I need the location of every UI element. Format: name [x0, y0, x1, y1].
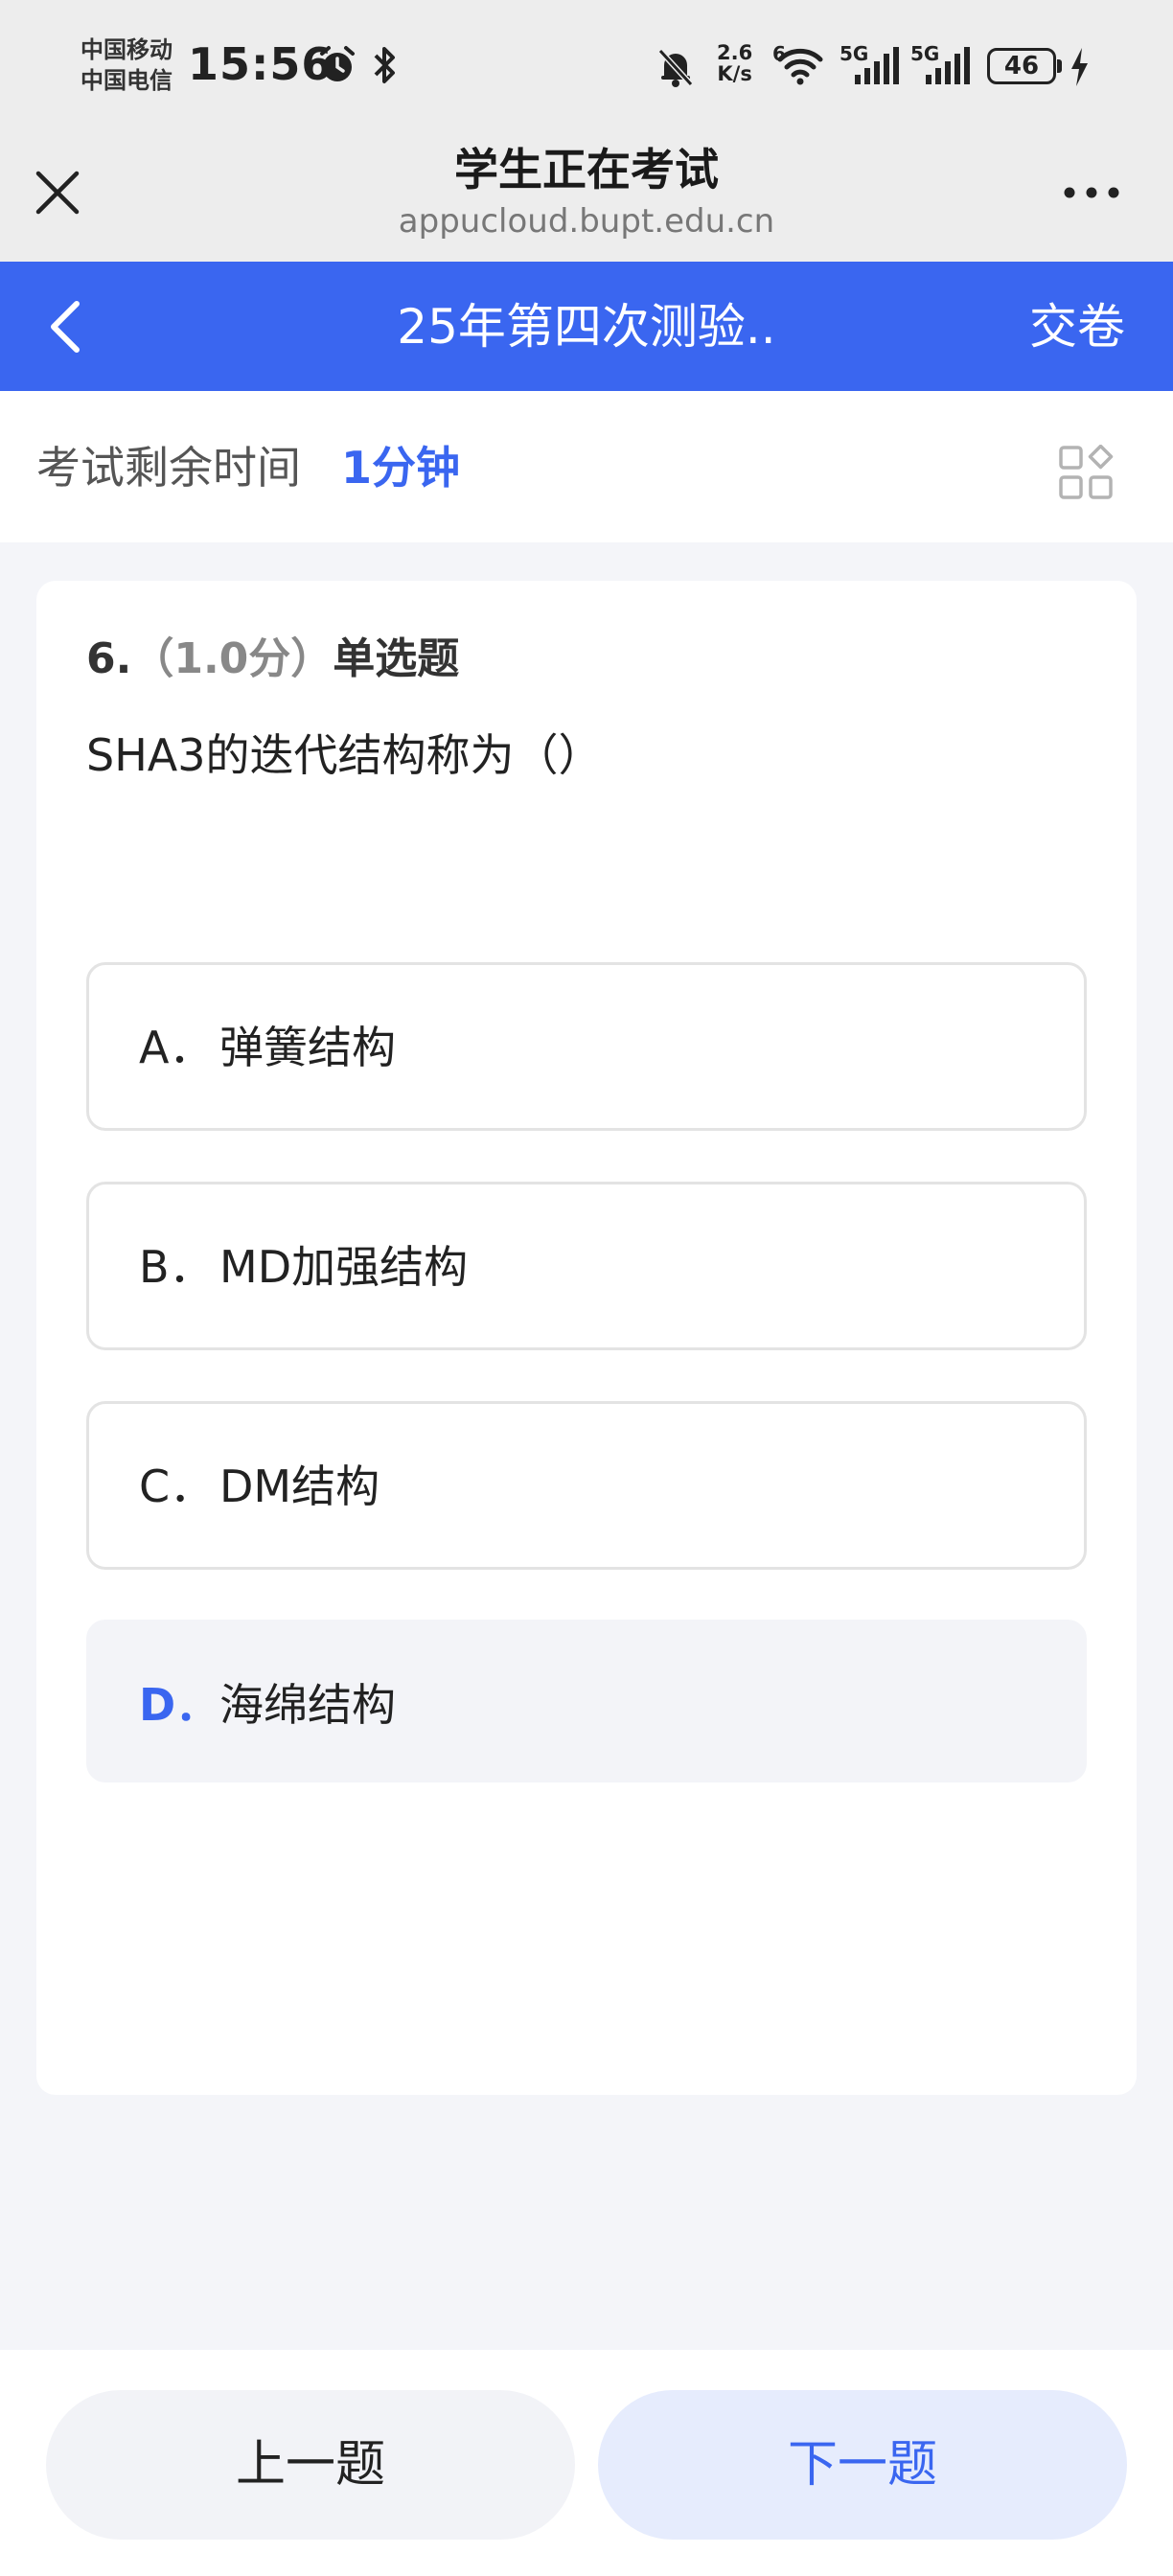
question-type: 单选题 [333, 634, 460, 683]
option-letter: D． [139, 1679, 220, 1731]
network-speed: 2.6 K/s [717, 42, 752, 84]
exam-title: 25年第四次测验.. [397, 299, 776, 355]
question-header: 6.（1.0分）单选题 [86, 631, 459, 688]
option-d[interactable]: D． 海绵结构 [86, 1620, 1087, 1782]
option-a[interactable]: A． 弹簧结构 [86, 962, 1087, 1131]
option-text: 海绵结构 [219, 1679, 396, 1731]
alarm-icon [320, 46, 355, 81]
carrier-1: 中国移动 [80, 36, 172, 63]
previous-question-button[interactable]: 上一题 [46, 2390, 575, 2540]
option-letter: A． [139, 1022, 214, 1073]
exam-page: 中国移动 中国电信 15:56 2.6 K/s 6 5G 5G 46 学生正在考… [0, 0, 1173, 2576]
time-remaining-value: 1分钟 [341, 442, 461, 494]
signal-icon-sim1 [855, 47, 899, 84]
question-text: SHA3的迭代结构称为（） [86, 729, 603, 781]
clock: 15:56 [188, 38, 334, 90]
option-text: DM结构 [219, 1460, 380, 1512]
next-question-button[interactable]: 下一题 [598, 2390, 1127, 2540]
exam-nav-bar: 25年第四次测验.. 交卷 [0, 262, 1173, 391]
time-remaining-label: 考试剩余时间 [36, 442, 301, 494]
option-letter: C． [139, 1460, 215, 1512]
submit-exam-button[interactable]: 交卷 [1029, 296, 1125, 357]
timer-bar: 考试剩余时间 1分钟 [0, 391, 1173, 542]
carrier-names: 中国移动 中国电信 [80, 34, 172, 96]
status-bar: 中国移动 中国电信 15:56 2.6 K/s 6 5G 5G 46 [0, 0, 1173, 139]
option-c[interactable]: C． DM结构 [86, 1401, 1087, 1570]
more-icon[interactable] [1062, 185, 1121, 200]
battery-icon: 46 [987, 48, 1056, 84]
charging-icon [1071, 48, 1088, 86]
battery-tip [1057, 59, 1062, 73]
signal-icon-sim2 [926, 47, 970, 84]
question-grid-icon[interactable] [1058, 445, 1114, 500]
option-text: MD加强结构 [219, 1241, 469, 1293]
option-b[interactable]: B． MD加强结构 [86, 1182, 1087, 1350]
browser-header: 学生正在考试 appucloud.bupt.edu.cn [0, 139, 1173, 262]
mute-bell-icon [657, 48, 694, 87]
question-card: 6.（1.0分）单选题 SHA3的迭代结构称为（） A． 弹簧结构 B． MD加… [36, 581, 1137, 2095]
option-letter: B． [139, 1241, 214, 1293]
browser-title: 学生正在考试 [454, 144, 719, 196]
bottom-nav: 上一题 下一题 [0, 2350, 1173, 2576]
wifi-icon [777, 48, 823, 85]
net-speed-unit: K/s [717, 62, 752, 85]
option-text: 弹簧结构 [219, 1022, 396, 1073]
net-speed-value: 2.6 [717, 41, 753, 64]
browser-url: appucloud.bupt.edu.cn [398, 202, 775, 241]
bluetooth-icon [374, 47, 395, 83]
question-number: 6. [86, 634, 132, 683]
carrier-2: 中国电信 [80, 67, 172, 94]
question-score: （1.0分） [131, 634, 334, 683]
